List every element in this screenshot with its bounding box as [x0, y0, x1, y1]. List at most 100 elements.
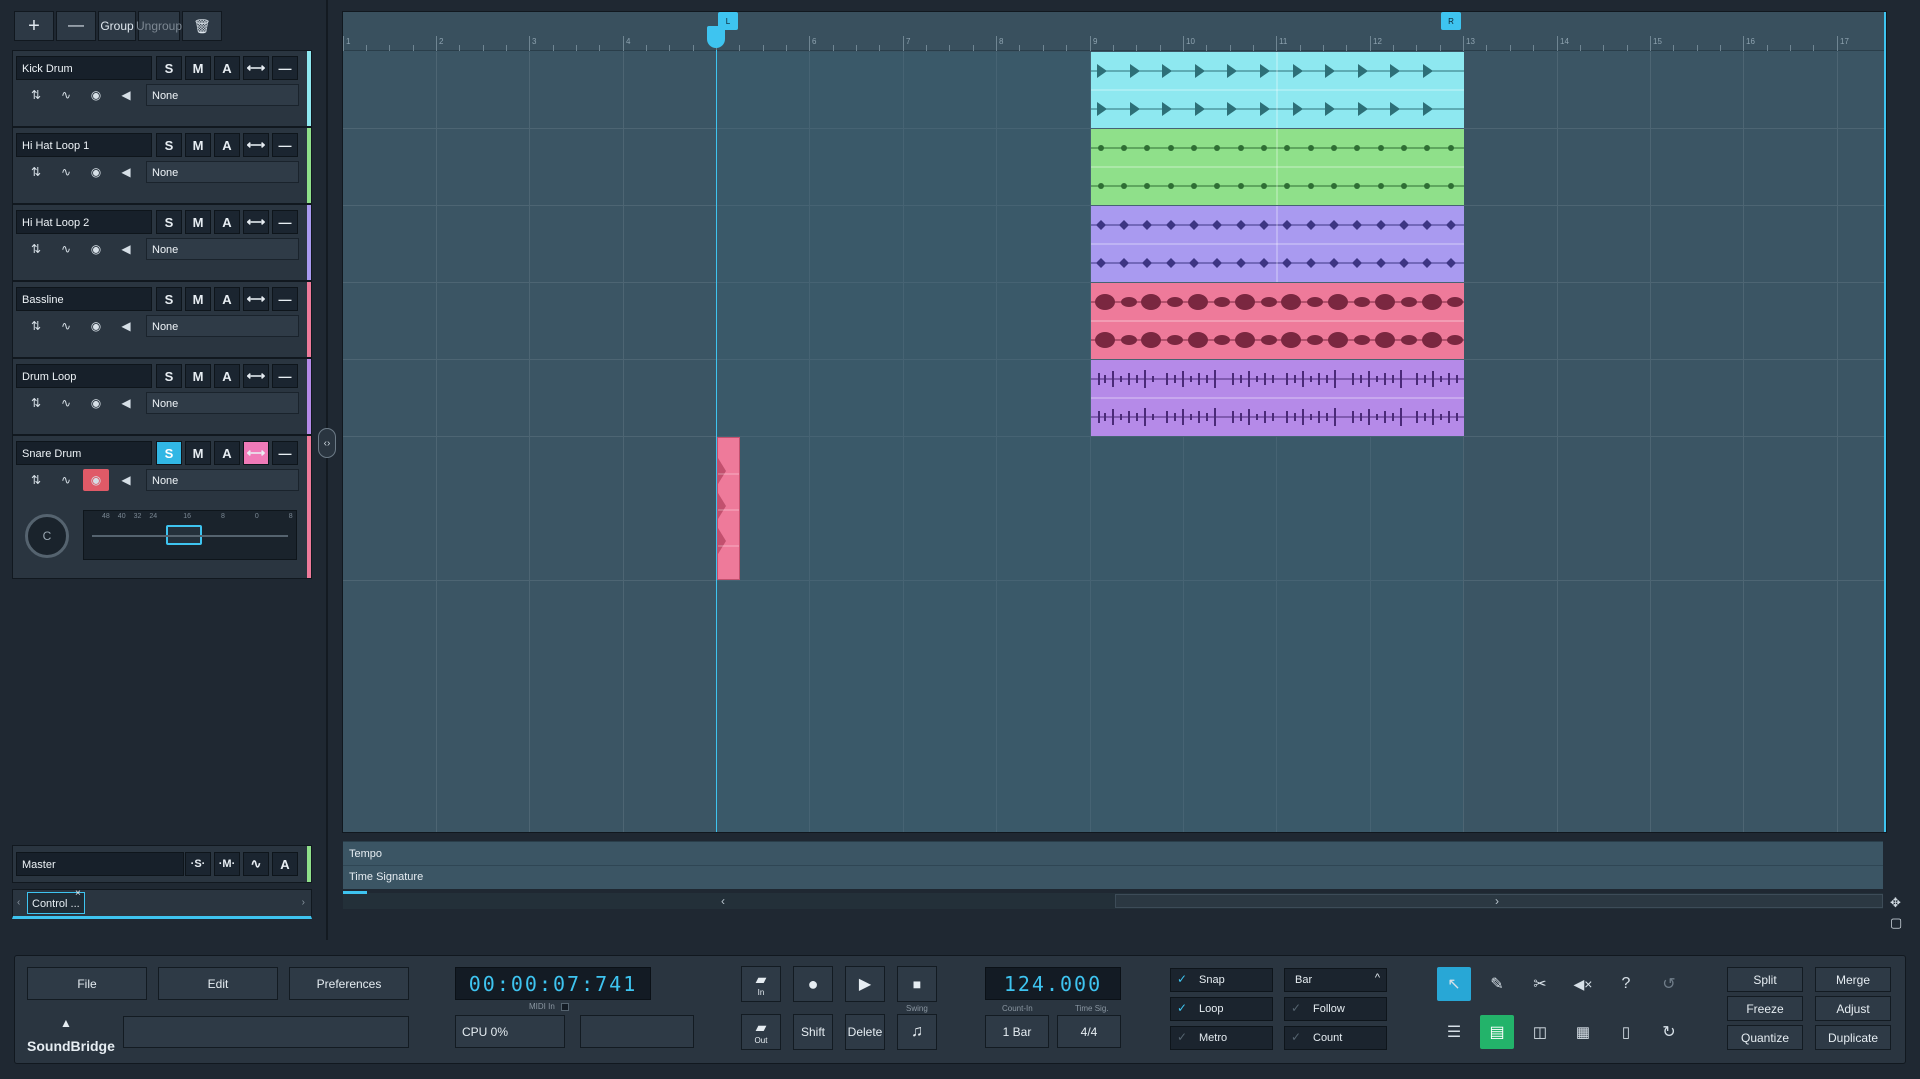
mute-button[interactable]: M	[185, 56, 211, 80]
track-name-field[interactable]: Bassline	[16, 287, 152, 311]
mixer-view-icon[interactable]: ▦	[1566, 1015, 1600, 1049]
monitor-speaker-icon[interactable]: ◀	[113, 315, 139, 337]
edit-menu-button[interactable]: Edit	[158, 967, 278, 1000]
solo-button[interactable]: S	[156, 441, 182, 465]
resize-icon[interactable]: ▢	[1890, 915, 1902, 931]
solo-button[interactable]: S	[156, 56, 182, 80]
route-icon[interactable]: ⟷	[243, 287, 269, 311]
freeze-button[interactable]: Freeze	[1727, 996, 1803, 1021]
route-icon[interactable]: ⟷	[243, 210, 269, 234]
monitor-speaker-icon[interactable]: ◀	[113, 469, 139, 491]
track-settings-icon[interactable]: ⇅	[23, 238, 49, 260]
quantize-button[interactable]: Quantize	[1727, 1025, 1803, 1050]
record-arm-icon[interactable]: ◉	[83, 161, 109, 183]
automation-button[interactable]: A	[214, 364, 240, 388]
input-select[interactable]: None	[146, 238, 299, 260]
recording-clip-snare[interactable]	[717, 437, 740, 580]
route-icon[interactable]: ⟷	[243, 133, 269, 157]
adjust-button[interactable]: Adjust	[1815, 996, 1891, 1021]
record-arm-icon[interactable]: ◉	[83, 238, 109, 260]
collapse-icon[interactable]: —	[272, 441, 298, 465]
count-in-select[interactable]: 1 Bar	[985, 1015, 1049, 1048]
collapse-icon[interactable]: —	[272, 287, 298, 311]
route-icon[interactable]: ⟷	[243, 56, 269, 80]
collapse-icon[interactable]: —	[272, 133, 298, 157]
audio-clip-kick[interactable]	[1091, 52, 1464, 128]
preferences-menu-button[interactable]: Preferences	[289, 967, 409, 1000]
track-header[interactable]: Hi Hat Loop 1 S M A ⟷ — ⇅ ∿ ◉ ◀ None	[12, 127, 312, 204]
track-settings-icon[interactable]: ⇅	[23, 469, 49, 491]
track-name-field[interactable]: Hi Hat Loop 1	[16, 133, 152, 157]
track-name-field[interactable]: Snare Drum	[16, 441, 152, 465]
split-button[interactable]: Split	[1727, 967, 1803, 992]
swing-note-icon[interactable]: ♫	[897, 1014, 937, 1050]
snap-grid-select[interactable]: Bar ^	[1284, 968, 1387, 992]
undo-icon[interactable]: ↺	[1652, 967, 1686, 1001]
master-track[interactable]: Master ·S· ·M· ∿ A	[12, 845, 312, 883]
automation-button[interactable]: A	[214, 210, 240, 234]
tab-scroll-right-icon[interactable]: ›	[302, 897, 305, 908]
tempo-lane-label[interactable]: Tempo	[349, 848, 382, 860]
arrangement-view-icon[interactable]: ▤	[1480, 1015, 1514, 1049]
track-header[interactable]: Bassline S M A ⟷ — ⇅ ∿ ◉ ◀ None	[12, 281, 312, 358]
route-icon[interactable]: ⟷	[243, 441, 269, 465]
track-settings-icon[interactable]: ⇅	[23, 392, 49, 414]
count-toggle[interactable]: ✓ Count	[1284, 1026, 1387, 1050]
delete-button[interactable]: Delete	[845, 1014, 885, 1050]
master-automation-button[interactable]: A	[272, 852, 298, 876]
scrollbar-thumb[interactable]	[1115, 894, 1883, 908]
collapse-panel-button[interactable]: ‹›	[318, 428, 336, 458]
solo-button[interactable]: S	[156, 364, 182, 388]
device-view-icon[interactable]: ▯	[1609, 1015, 1643, 1049]
track-name-field[interactable]: Kick Drum	[16, 56, 152, 80]
scissors-tool-icon[interactable]: ✂	[1523, 967, 1557, 1001]
record-arm-icon[interactable]: ◉	[83, 392, 109, 414]
solo-button[interactable]: S	[156, 287, 182, 311]
collapse-icon[interactable]: —	[272, 56, 298, 80]
snap-toggle[interactable]: ✓ Snap	[1170, 968, 1273, 992]
tab-scroll-left-icon[interactable]: ‹	[17, 897, 20, 908]
pan-knob[interactable]: C	[25, 514, 69, 558]
track-name-field[interactable]: Hi Hat Loop 2	[16, 210, 152, 234]
time-signature-lane-label[interactable]: Time Signature	[349, 871, 423, 883]
loop-end-marker[interactable]: R	[1441, 12, 1461, 30]
monitor-speaker-icon[interactable]: ◀	[113, 392, 139, 414]
audio-clip-bassline[interactable]	[1091, 283, 1464, 359]
redo-icon[interactable]: ↻	[1652, 1015, 1686, 1049]
collapse-icon[interactable]: —	[272, 210, 298, 234]
mute-button[interactable]: M	[185, 210, 211, 234]
automation-button[interactable]: A	[214, 133, 240, 157]
mute-button[interactable]: M	[185, 287, 211, 311]
route-icon[interactable]: ⟷	[243, 364, 269, 388]
envelope-icon[interactable]: ∿	[53, 392, 79, 414]
pointer-tool-icon[interactable]: ↖	[1437, 967, 1471, 1001]
loop-toggle[interactable]: ✓ Loop	[1170, 997, 1273, 1021]
automation-button[interactable]: A	[214, 56, 240, 80]
track-header[interactable]: Hi Hat Loop 2 S M A ⟷ — ⇅ ∿ ◉ ◀ None	[12, 204, 312, 281]
record-arm-icon[interactable]: ◉	[83, 84, 109, 106]
track-settings-icon[interactable]: ⇅	[23, 84, 49, 106]
master-solo-button[interactable]: ·S·	[185, 852, 211, 876]
envelope-icon[interactable]: ∿	[53, 238, 79, 260]
scroll-left-icon[interactable]: ‹	[721, 894, 725, 908]
monitor-speaker-icon[interactable]: ◀	[113, 238, 139, 260]
editor-view-icon[interactable]: ◫	[1523, 1015, 1557, 1049]
track-name-field[interactable]: Drum Loop	[16, 364, 152, 388]
track-header[interactable]: Drum Loop S M A ⟷ — ⇅ ∿ ◉ ◀ None	[12, 358, 312, 435]
envelope-icon[interactable]: ∿	[53, 161, 79, 183]
input-select[interactable]: None	[146, 392, 299, 414]
punch-out-button[interactable]: ▰ Out	[741, 1014, 781, 1050]
close-tab-icon[interactable]: ×	[75, 888, 81, 899]
scroll-right-icon[interactable]: ›	[1495, 894, 1499, 908]
solo-button[interactable]: S	[156, 133, 182, 157]
solo-button[interactable]: S	[156, 210, 182, 234]
duplicate-button[interactable]: Duplicate	[1815, 1025, 1891, 1050]
automation-button[interactable]: A	[214, 441, 240, 465]
zoom-fit-icon[interactable]: ✥	[1890, 895, 1901, 911]
input-select[interactable]: None	[146, 315, 299, 337]
timeline-ruler[interactable]: 1 2 3 4 5 6 7 8 9 10 11 12 13 14 15 16 1…	[343, 12, 1886, 51]
track-header[interactable]: Kick Drum S M A ⟷ — ⇅ ∿ ◉ ◀ None	[12, 50, 312, 127]
merge-button[interactable]: Merge	[1815, 967, 1891, 992]
track-list-icon[interactable]: ☰	[1437, 1015, 1471, 1049]
audio-clip-drum-loop[interactable]	[1091, 360, 1464, 436]
